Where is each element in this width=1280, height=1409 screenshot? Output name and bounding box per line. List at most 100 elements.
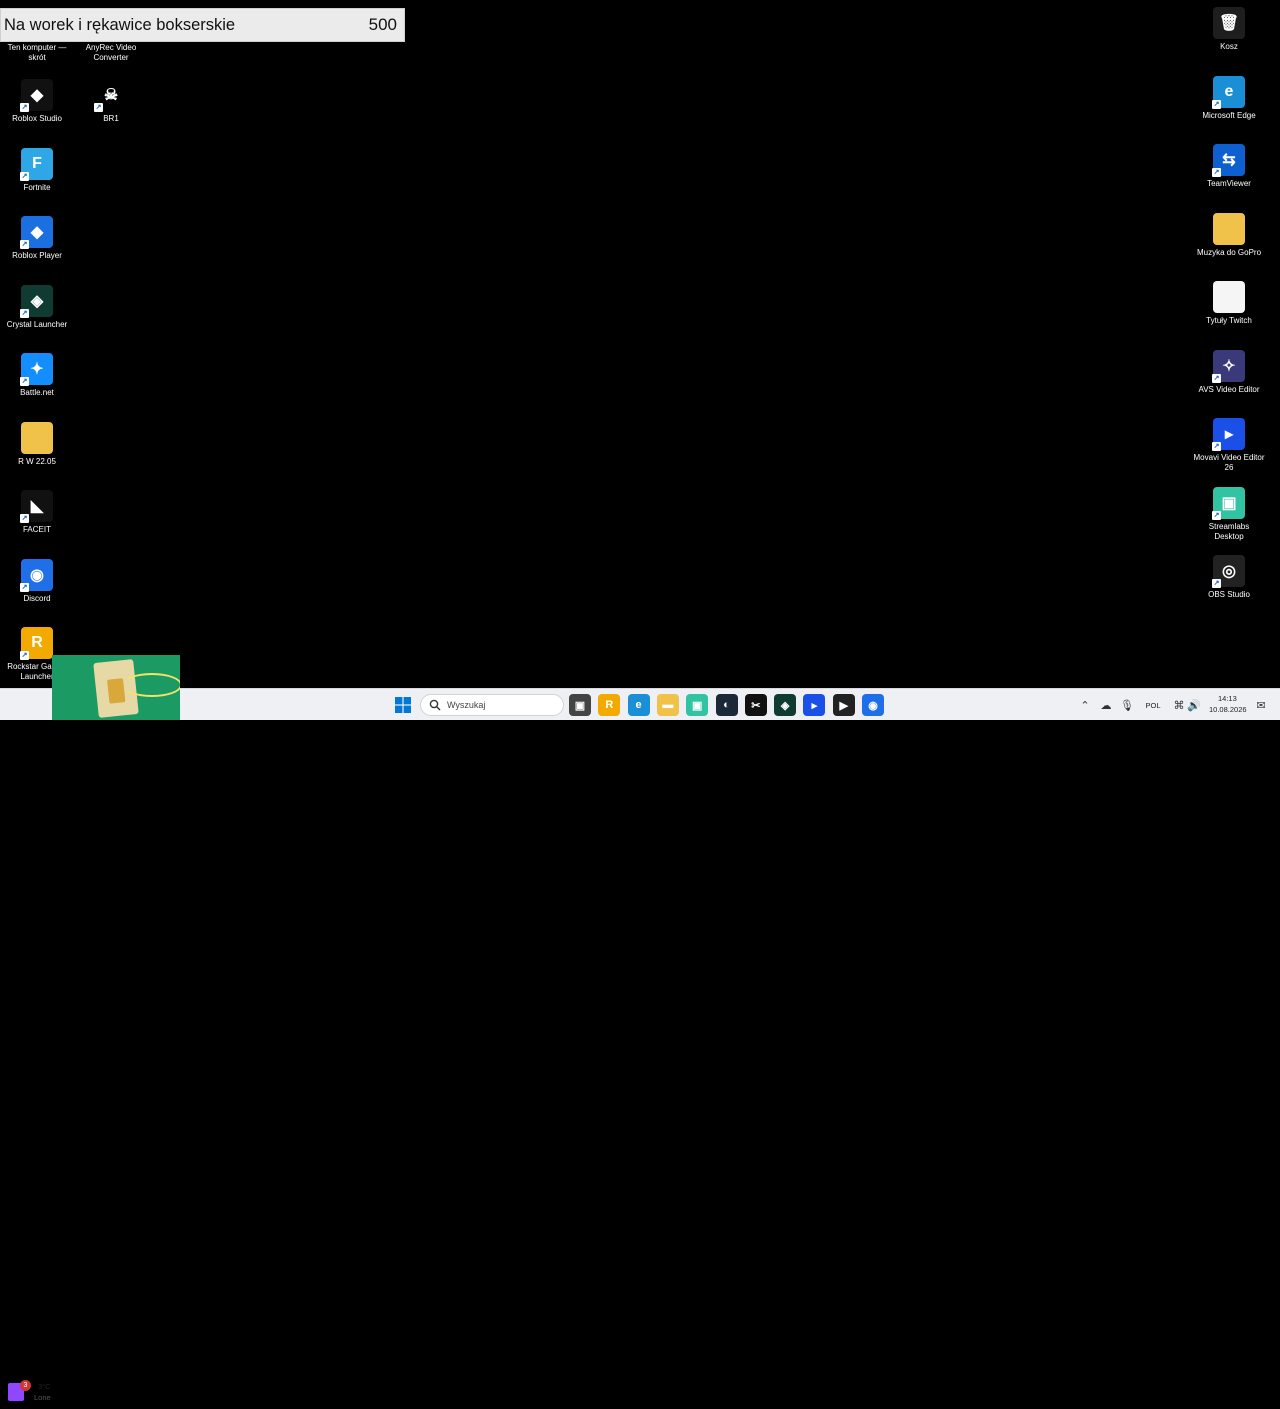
desktop-icon-label: Battle.net: [20, 388, 54, 397]
desktop-icon-label: Movavi Video Editor 26: [1193, 453, 1265, 472]
taskbar-discord-icon[interactable]: ◉: [862, 694, 884, 716]
lang-indicator[interactable]: POL: [1141, 694, 1165, 716]
app-icon: ◎ ↗: [1212, 555, 1245, 588]
desktop-icon[interactable]: ☠ ↗ BR1: [75, 79, 147, 124]
app-icon: ▣ ↗: [1212, 486, 1245, 520]
taskbar-steam-icon[interactable]: ◐: [715, 694, 738, 716]
desktop-icon[interactable]: ▸ ↗ Movavi Video Editor 26: [1193, 418, 1265, 473]
donation-overlay-banner: Na worek i rękawice bokserskie 500: [0, 8, 405, 42]
desktop-icon-label: BR1: [103, 114, 119, 123]
ribbon-decoration: [122, 673, 180, 697]
volume-icon[interactable]: 🔊: [1183, 694, 1205, 716]
app-icon: ◣ ↗: [20, 490, 53, 523]
desktop-icon-label: AnyRec Video Converter: [85, 43, 137, 62]
overlay-value: 500: [368, 15, 397, 34]
app-icon: ◈ ↗: [20, 284, 53, 318]
taskbar-media-player-icon[interactable]: ▶: [832, 694, 855, 716]
weather-widget[interactable]: 3 3°C Lone: [4, 1377, 54, 1409]
shortcut-arrow-icon: ↗: [20, 308, 29, 318]
taskbar-file-explorer-icon[interactable]: ▬: [656, 694, 679, 716]
shortcut-arrow-icon: ↗: [20, 651, 29, 660]
taskbar-capcut-icon[interactable]: ✂: [744, 694, 767, 716]
desktop-icon[interactable]: Muzyka do GoPro: [1193, 212, 1265, 258]
desktop-icon-label: Fortnite: [23, 182, 51, 192]
desktop-icon-label: Microsoft Edge: [1202, 110, 1256, 120]
taskbar-movavi-icon[interactable]: ▸: [803, 694, 826, 716]
app-icon: F ↗: [20, 147, 53, 181]
desktop-icon[interactable]: ◆ ↗ Roblox Player: [1, 216, 73, 261]
shortcut-arrow-icon: ↗: [20, 514, 29, 523]
desktop-icon-label: Roblox Player: [12, 251, 62, 260]
app-icon: ◆ ↗: [20, 79, 53, 112]
desktop-icon[interactable]: ⇆ ↗ TeamViewer: [1193, 144, 1265, 189]
desktop-icon-label: Crystal Launcher: [6, 319, 68, 329]
desktop-icon-label: Roblox Studio: [12, 114, 62, 123]
microphone-icon[interactable]: 🎙: [1116, 694, 1138, 716]
overlay-title: Na worek i rękawice bokserskie: [4, 15, 236, 34]
desktop-icon-label: Ten komputer — skrót: [7, 43, 67, 62]
desktop-icon[interactable]: e ↗ Microsoft Edge: [1193, 75, 1265, 121]
shortcut-arrow-icon: ↗: [20, 582, 29, 592]
desktop-icon[interactable]: F ↗ Fortnite: [1, 147, 73, 193]
taskbar-streamlabs-icon[interactable]: ▣: [686, 694, 709, 716]
search-input[interactable]: [447, 700, 557, 710]
app-icon: [21, 421, 53, 454]
weather-desc: Lone: [34, 1393, 51, 1402]
desktop-icon[interactable]: ◉ ↗ Discord: [1, 558, 73, 604]
shortcut-arrow-icon: ↗: [1212, 168, 1221, 177]
desktop-icon[interactable]: ◆ ↗ Roblox Studio: [1, 79, 73, 124]
desktop-icon[interactable]: ✦ ↗ Battle.net: [1, 353, 73, 398]
chevron-up-icon[interactable]: ⌃: [1074, 694, 1096, 716]
desktop-icon-label: Tytuły Twitch: [1206, 316, 1252, 325]
app-icon: ✦ ↗: [20, 353, 53, 386]
promo-thumbnail[interactable]: [52, 655, 180, 720]
desktop-icon[interactable]: 🗑 Kosz: [1193, 7, 1265, 52]
desktop-icon[interactable]: Tytuły Twitch: [1193, 281, 1265, 326]
clock-date[interactable]: 10.08.2026: [1209, 705, 1247, 714]
app-icon: R ↗: [20, 627, 53, 660]
shortcut-arrow-icon: ↗: [1212, 99, 1221, 109]
desktop-icon-label: Discord: [23, 593, 51, 603]
app-icon: e ↗: [1212, 75, 1245, 109]
taskbar-edge-icon[interactable]: e: [627, 694, 650, 716]
shortcut-arrow-icon: ↗: [1212, 442, 1221, 451]
taskbar-crystal-icon[interactable]: ◈: [774, 694, 797, 716]
app-icon: 🗑: [1213, 7, 1245, 39]
shortcut-arrow-icon: ↗: [1212, 373, 1221, 383]
app-icon: ▸ ↗: [1212, 418, 1245, 451]
app-icon: [1213, 212, 1245, 245]
desktop-icon-label: Streamlabs Desktop: [1208, 521, 1250, 541]
taskbar-task-view-icon[interactable]: ▣: [569, 694, 591, 716]
shortcut-arrow-icon: ↗: [1212, 510, 1221, 520]
desktop-icon-label: R W 22.05: [18, 456, 56, 466]
app-icon: ⇆ ↗: [1212, 144, 1245, 177]
start-button[interactable]: [392, 694, 414, 716]
taskbar-rockstar-icon[interactable]: R: [598, 694, 621, 716]
desktop-icon[interactable]: ◣ ↗ FACEIT: [1, 490, 73, 535]
desktop-icon-label: Kosz: [1220, 42, 1238, 51]
shortcut-arrow-icon: ↗: [20, 171, 29, 181]
app-icon: ☠ ↗: [94, 79, 127, 112]
windows-icon: [395, 697, 411, 713]
desktop-icon[interactable]: ◎ ↗ OBS Studio: [1193, 555, 1265, 600]
app-icon: ◆ ↗: [20, 216, 53, 249]
onedrive-icon[interactable]: ☁: [1095, 694, 1117, 716]
taskbar-search[interactable]: [420, 694, 564, 716]
desktop-icon-label: OBS Studio: [1208, 590, 1250, 599]
desktop-icon[interactable]: ◈ ↗ Crystal Launcher: [1, 284, 73, 330]
shortcut-arrow-icon: ↗: [1212, 579, 1221, 588]
desktop-icon-label: TeamViewer: [1207, 179, 1251, 188]
shortcut-arrow-icon: ↗: [20, 377, 29, 386]
desktop-icon[interactable]: R W 22.05: [1, 421, 73, 467]
desktop-icon-label: AVS Video Editor: [1198, 384, 1260, 394]
app-icon: ◉ ↗: [20, 558, 53, 592]
shortcut-arrow-icon: ↗: [20, 103, 29, 112]
clock-time[interactable]: 14:13: [1218, 694, 1237, 703]
shortcut-arrow-icon: ↗: [94, 103, 103, 112]
search-icon: [429, 699, 441, 711]
desktop-icon[interactable]: ✧ ↗ AVS Video Editor: [1193, 349, 1265, 395]
app-icon: ✧ ↗: [1212, 349, 1245, 383]
notifications-icon[interactable]: ✉: [1250, 694, 1272, 716]
desktop-icon[interactable]: ▣ ↗ Streamlabs Desktop: [1193, 486, 1265, 542]
desktop-icon-label: Muzyka do GoPro: [1196, 247, 1262, 257]
